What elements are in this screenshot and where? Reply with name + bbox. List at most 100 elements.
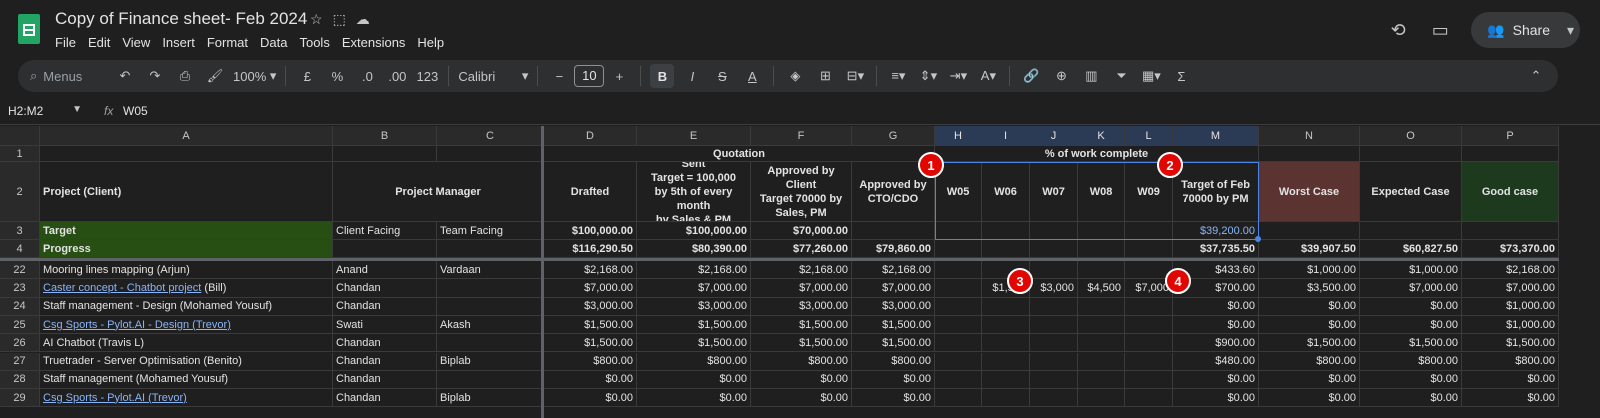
cell-f22[interactable]: $2,168.00 [751, 261, 852, 280]
cell-f27[interactable]: $800.00 [751, 352, 852, 371]
cell-h24[interactable] [935, 297, 982, 316]
cell-h26[interactable] [935, 334, 982, 353]
cell-f26[interactable]: $1,500.00 [751, 334, 852, 353]
cell-p28[interactable]: $0.00 [1462, 370, 1559, 390]
row-header-24[interactable]: 24 [0, 297, 40, 316]
column-header-f[interactable]: F [751, 126, 852, 146]
cell-e28[interactable]: $0.00 [637, 370, 751, 390]
cell-k25[interactable] [1078, 315, 1125, 335]
cell-p3[interactable] [1462, 222, 1559, 240]
cell-n25[interactable]: $0.00 [1259, 315, 1360, 335]
cell-l4[interactable] [1125, 240, 1173, 258]
cell-m27[interactable]: $480.00 [1173, 352, 1259, 371]
increase-decimal-button[interactable]: .00 [385, 64, 409, 88]
cell-i29[interactable] [982, 389, 1030, 408]
cell-d2[interactable]: Drafted [544, 162, 637, 222]
collapse-toolbar-icon[interactable]: ⌃ [1524, 64, 1548, 88]
row-header-29[interactable]: 29 [0, 389, 40, 408]
cell-m29[interactable]: $0.00 [1173, 389, 1259, 408]
font-select[interactable]: Calibri ▾ [458, 64, 528, 88]
column-header-g[interactable]: G [852, 126, 935, 146]
frozen-row-divider[interactable] [0, 258, 1559, 261]
cell-o2[interactable]: Expected Case [1360, 162, 1462, 222]
column-header-o[interactable]: O [1360, 126, 1462, 146]
strikethrough-icon[interactable]: S [710, 64, 734, 88]
cell-g22[interactable]: $2,168.00 [852, 261, 935, 280]
cell-l28[interactable] [1125, 370, 1173, 390]
cell-c28[interactable] [437, 370, 544, 390]
column-header-i[interactable]: I [982, 126, 1030, 146]
cell-j26[interactable] [1030, 334, 1078, 353]
cell-a29[interactable]: Csg Sports - Pylot.AI (Trevor) [40, 389, 333, 408]
cell-m28[interactable]: $0.00 [1173, 370, 1259, 390]
cell-d3[interactable]: $100,000.00 [544, 222, 637, 240]
cell-d24[interactable]: $3,000.00 [544, 297, 637, 316]
cell-e3[interactable]: $100,000.00 [637, 222, 751, 240]
cell-c29[interactable]: Biplab [437, 389, 544, 408]
row-header-4[interactable]: 4 [0, 240, 40, 258]
cell-l26[interactable] [1125, 334, 1173, 353]
cell-i24[interactable] [982, 297, 1030, 316]
paint-format-icon[interactable]: 🖌 [203, 64, 227, 88]
formula-input[interactable]: W05 [123, 104, 148, 118]
cell-c24[interactable] [437, 297, 544, 316]
currency-format-button[interactable]: £ [295, 64, 319, 88]
cell-o24[interactable]: $0.00 [1360, 297, 1462, 316]
column-header-e[interactable]: E [637, 126, 751, 146]
text-wrapping-icon[interactable]: ⇥▾ [946, 64, 970, 88]
cell-f4[interactable]: $77,260.00 [751, 240, 852, 258]
cell-d23[interactable]: $7,000.00 [544, 279, 637, 298]
text-rotation-icon[interactable]: A▾ [976, 64, 1000, 88]
cell-link[interactable]: Csg Sports - Pylot.AI - Design (Trevor) [43, 319, 231, 331]
text-color-icon[interactable]: A [740, 64, 764, 88]
merge-cells-icon[interactable]: ⊟▾ [843, 64, 867, 88]
cell-b24[interactable]: Chandan [333, 297, 437, 316]
cell-n4[interactable]: $39,907.50 [1259, 240, 1360, 258]
print-icon[interactable]: ⎙ [173, 64, 197, 88]
cell-k23[interactable]: $4,500 [1078, 279, 1125, 298]
cell-c25[interactable]: Akash [437, 315, 544, 335]
menu-format[interactable]: Format [207, 35, 248, 50]
cell-j23[interactable]: $3,000 [1030, 279, 1078, 298]
cell-i4[interactable] [982, 240, 1030, 258]
fill-handle[interactable] [1255, 236, 1261, 242]
row-header-22[interactable]: 22 [0, 261, 40, 280]
move-folder-icon[interactable]: ⬚ [333, 11, 346, 28]
cell-j4[interactable] [1030, 240, 1078, 258]
cell-o1[interactable] [1360, 146, 1462, 162]
cell-p27[interactable]: $800.00 [1462, 352, 1559, 371]
cell-o27[interactable]: $800.00 [1360, 352, 1462, 371]
fill-color-icon[interactable]: ◈ [783, 64, 807, 88]
cell-o25[interactable]: $0.00 [1360, 315, 1462, 335]
cell-g28[interactable]: $0.00 [852, 370, 935, 390]
cell-p23[interactable]: $7,000.00 [1462, 279, 1559, 298]
horizontal-align-icon[interactable]: ≡▾ [886, 64, 910, 88]
cell-k3[interactable] [1078, 222, 1125, 240]
cell-a3[interactable]: Target [40, 222, 333, 240]
cell-i2[interactable]: W06 [982, 162, 1030, 222]
row-header-1[interactable]: 1 [0, 146, 40, 162]
cell-g29[interactable]: $0.00 [852, 389, 935, 408]
cell-m4[interactable]: $37,735.50 [1173, 240, 1259, 258]
cell-j25[interactable] [1030, 315, 1078, 335]
cell-b23[interactable]: Chandan [333, 279, 437, 298]
cell-i28[interactable] [982, 370, 1030, 390]
cell-j28[interactable] [1030, 370, 1078, 390]
cell-a23[interactable]: Caster concept - Chatbot project (Bill) [40, 279, 333, 298]
star-icon[interactable]: ☆ [310, 11, 323, 28]
cell-i3[interactable] [982, 222, 1030, 240]
menu-help[interactable]: Help [417, 35, 444, 50]
cell-d4[interactable]: $116,290.50 [544, 240, 637, 258]
row-header-23[interactable]: 23 [0, 279, 40, 298]
cell-o22[interactable]: $1,000.00 [1360, 261, 1462, 280]
percent-format-button[interactable]: % [325, 64, 349, 88]
cell-e4[interactable]: $80,390.00 [637, 240, 751, 258]
filter-icon[interactable]: ⏷ [1109, 64, 1133, 88]
comments-icon[interactable]: ▭ [1429, 19, 1451, 41]
cell-h27[interactable] [935, 352, 982, 371]
filter-views-icon[interactable]: ▦▾ [1139, 64, 1163, 88]
cell-d22[interactable]: $2,168.00 [544, 261, 637, 280]
row-header-26[interactable]: 26 [0, 334, 40, 353]
cell-j3[interactable] [1030, 222, 1078, 240]
cell-l25[interactable] [1125, 315, 1173, 335]
